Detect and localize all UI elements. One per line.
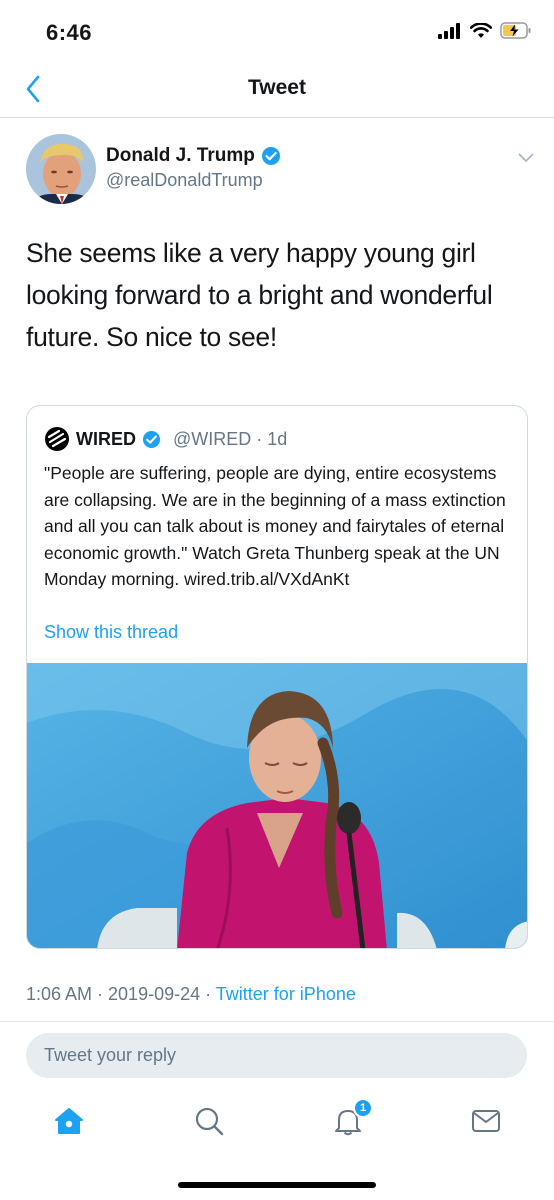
tweet-source-link[interactable]: Twitter for iPhone	[216, 984, 356, 1004]
avatar[interactable]	[26, 134, 96, 204]
nav-bar: Tweet	[0, 62, 554, 118]
battery-charging-icon	[500, 22, 531, 39]
messages-icon	[472, 1110, 500, 1132]
verified-badge-icon	[142, 430, 161, 448]
avatar-image	[26, 134, 96, 204]
quoted-tweet[interactable]: WIRED @WIRED · 1d "People are suffering,…	[26, 405, 528, 949]
quoted-author-name: WIRED	[76, 428, 136, 449]
home-indicator	[178, 1182, 376, 1188]
speaker-photo	[27, 663, 527, 948]
search-icon	[195, 1107, 224, 1136]
home-icon	[55, 1108, 83, 1134]
wired-logo-icon	[45, 427, 69, 451]
tab-home[interactable]	[54, 1106, 84, 1136]
tweet-text: She seems like a very happy young girl l…	[26, 238, 493, 352]
author-handle[interactable]: @realDonaldTrump	[106, 170, 263, 191]
reply-input[interactable]	[44, 1045, 504, 1066]
status-bar: 6:46	[0, 0, 554, 62]
notification-badge: 1	[353, 1098, 373, 1118]
tweet-author: Donald J. Trump @realDonaldTrump	[26, 134, 536, 206]
page-title: Tweet	[248, 76, 306, 99]
wifi-icon	[470, 22, 492, 38]
show-thread-link[interactable]: Show this thread	[44, 622, 178, 643]
author-name[interactable]: Donald J. Trump	[106, 145, 255, 167]
quoted-tweet-image[interactable]	[27, 663, 527, 948]
author-name-row: Donald J. Trump	[106, 145, 281, 167]
tab-search[interactable]	[194, 1106, 224, 1136]
tab-bar: 1	[0, 1090, 554, 1152]
divider	[0, 1021, 554, 1022]
quoted-tweet-header: WIRED @WIRED · 1d	[44, 426, 287, 452]
more-options-button[interactable]	[516, 148, 536, 168]
verified-badge-icon	[261, 147, 280, 165]
cellular-signal-icon	[438, 22, 460, 39]
tab-messages[interactable]	[471, 1106, 501, 1136]
quoted-handle-time: @WIRED · 1d	[173, 428, 288, 449]
chevron-down-icon	[518, 153, 534, 162]
timestamp-text: 1:06 AM · 2019-09-24 ·	[26, 984, 216, 1004]
tweet-timestamp: 1:06 AM · 2019-09-24 · Twitter for iPhon…	[26, 984, 356, 1005]
status-time: 6:46	[46, 20, 93, 45]
reply-box[interactable]	[26, 1033, 527, 1078]
quoted-tweet-text: "People are suffering, people are dying,…	[44, 463, 506, 589]
status-icons	[438, 22, 532, 39]
tab-notifications[interactable]: 1	[333, 1098, 373, 1136]
